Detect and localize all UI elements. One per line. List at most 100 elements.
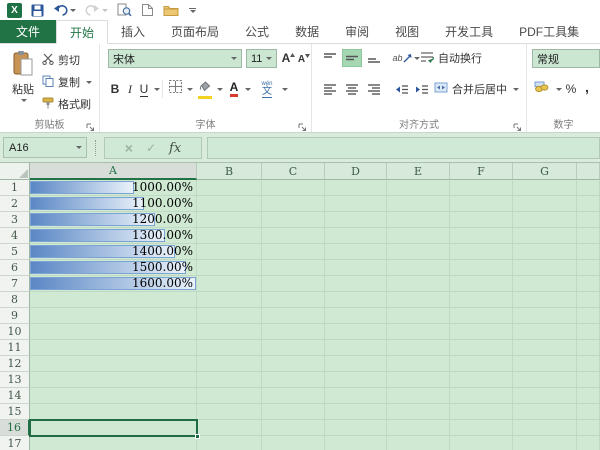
cell-E17[interactable] [387,436,450,450]
cell-D7[interactable] [325,276,387,292]
cell-partial-11[interactable] [577,340,600,356]
row-header-11[interactable]: 11 [0,340,30,356]
row-header-17[interactable]: 17 [0,436,30,450]
cell-B17[interactable] [197,436,262,450]
cell-E15[interactable] [387,404,450,420]
cell-G17[interactable] [513,436,577,450]
font-name-combo[interactable]: 宋体 [108,49,242,68]
cell-F2[interactable] [450,196,513,212]
cell-B16[interactable] [197,420,262,436]
cell-B8[interactable] [197,292,262,308]
cell-G1[interactable] [513,180,577,196]
comma-style-button[interactable]: , [581,78,593,96]
fill-color-caret-icon[interactable] [217,88,223,91]
cell-E14[interactable] [387,388,450,404]
cell-E9[interactable] [387,308,450,324]
row-header-10[interactable]: 10 [0,324,30,340]
cut-button[interactable]: 剪切 [42,52,80,68]
cell-C5[interactable] [262,244,325,260]
tab-developer[interactable]: 开发工具 [432,20,506,43]
copy-button[interactable]: 复制 [42,74,92,90]
decrease-indent-button[interactable] [392,80,411,98]
cell-C17[interactable] [262,436,325,450]
cell-B4[interactable] [197,228,262,244]
increase-font-size-button[interactable]: A [281,49,296,67]
cell-F4[interactable] [450,228,513,244]
cell-B7[interactable] [197,276,262,292]
format-painter-button[interactable]: 格式刷 [42,96,91,112]
cell-D10[interactable] [325,324,387,340]
tab-file[interactable]: 文件 [0,20,56,43]
customize-qat-icon[interactable] [188,8,196,13]
cell-D6[interactable] [325,260,387,276]
cell-C14[interactable] [262,388,325,404]
selection-box-A16[interactable] [29,419,198,437]
wrap-text-button[interactable]: 自动换行 [420,50,482,66]
orientation-button[interactable]: ab [392,49,420,67]
align-left-button[interactable] [320,80,340,98]
cell-E10[interactable] [387,324,450,340]
row-header-5[interactable]: 5 [0,244,30,260]
cell-E3[interactable] [387,212,450,228]
column-header-A[interactable]: A [30,163,197,180]
cell-E5[interactable] [387,244,450,260]
cell-C8[interactable] [262,292,325,308]
cell-C15[interactable] [262,404,325,420]
cell-F13[interactable] [450,372,513,388]
cell-F10[interactable] [450,324,513,340]
phonetic-caret-icon[interactable] [282,88,288,91]
row-header-16[interactable]: 16 [0,420,30,436]
cell-G12[interactable] [513,356,577,372]
accounting-format-button[interactable] [532,80,552,98]
cell-F6[interactable] [450,260,513,276]
cell-A8[interactable] [30,292,197,308]
column-header-D[interactable]: D [325,163,387,180]
cell-C9[interactable] [262,308,325,324]
undo-button[interactable] [53,4,76,17]
cell-B13[interactable] [197,372,262,388]
cell-D3[interactable] [325,212,387,228]
tab-review[interactable]: 审阅 [332,20,382,43]
font-dialog-launcher-icon[interactable] [298,119,308,129]
column-header-C[interactable]: C [262,163,325,180]
cell-A14[interactable] [30,388,197,404]
cell-G16[interactable] [513,420,577,436]
enter-icon[interactable]: ✓ [146,141,156,155]
cell-partial-1[interactable] [577,180,600,196]
underline-caret-icon[interactable] [154,88,160,91]
alignment-dialog-launcher-icon[interactable] [513,119,523,129]
borders-caret-icon[interactable] [187,88,193,91]
insert-function-icon[interactable]: fx [169,141,181,156]
cell-F3[interactable] [450,212,513,228]
row-header-3[interactable]: 3 [0,212,30,228]
print-preview-icon[interactable] [117,3,132,17]
cell-G9[interactable] [513,308,577,324]
phonetic-guide-button[interactable]: wén 文 [256,78,278,100]
cell-partial-12[interactable] [577,356,600,372]
cell-C12[interactable] [262,356,325,372]
cell-F8[interactable] [450,292,513,308]
cell-G4[interactable] [513,228,577,244]
open-folder-icon[interactable] [163,4,179,16]
redo-button[interactable] [85,4,108,17]
row-header-8[interactable]: 8 [0,292,30,308]
copy-caret-icon[interactable] [86,81,92,84]
cell-F9[interactable] [450,308,513,324]
row-header-15[interactable]: 15 [0,404,30,420]
cell-G2[interactable] [513,196,577,212]
cell-E13[interactable] [387,372,450,388]
column-header-F[interactable]: F [450,163,513,180]
fill-color-button[interactable] [196,80,214,98]
formula-input[interactable] [207,137,600,159]
cell-partial-7[interactable] [577,276,600,292]
row-header-1[interactable]: 1 [0,180,30,196]
redo-caret-icon[interactable] [102,9,108,12]
font-color-caret-icon[interactable] [245,88,251,91]
cell-A6[interactable]: 1500.00% [30,260,197,276]
cell-A15[interactable] [30,404,197,420]
accounting-caret-icon[interactable] [556,88,562,91]
cell-A9[interactable] [30,308,197,324]
align-right-button[interactable] [364,80,384,98]
cell-B11[interactable] [197,340,262,356]
cell-partial-10[interactable] [577,324,600,340]
